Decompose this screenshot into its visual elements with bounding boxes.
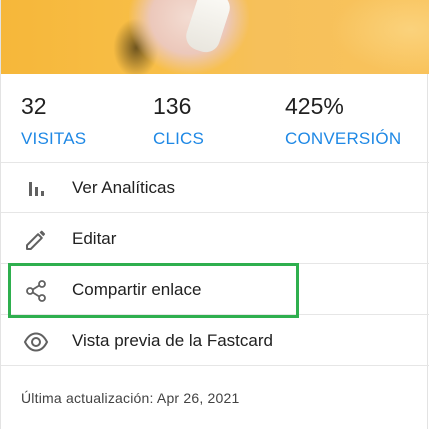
bar-chart-icon — [23, 176, 49, 202]
menu-item-edit-label: Editar — [72, 229, 117, 248]
last-updated-text: Última actualización: Apr 26, 2021 — [21, 390, 240, 406]
eye-icon — [23, 329, 49, 355]
menu-item-share-label: Compartir enlace — [72, 280, 202, 299]
stat-conversion: 425% CONVERSIÓN — [285, 92, 401, 150]
menu-item-preview-label: Vista previa de la Fastcard — [72, 331, 273, 350]
banner-image — [1, 0, 429, 74]
stat-clicks-label: CLICS — [153, 129, 205, 148]
menu-item-edit[interactable]: Editar — [1, 214, 429, 264]
stat-clicks-value: 136 — [153, 93, 192, 119]
menu-item-analytics-label: Ver Analíticas — [72, 178, 176, 197]
fastcard-panel: 32 VISITAS 136 CLICS 425% CONVERSIÓN Ver… — [0, 0, 429, 429]
stats-row: 32 VISITAS 136 CLICS 425% CONVERSIÓN — [1, 74, 429, 163]
stat-conversion-label: CONVERSIÓN — [285, 129, 402, 148]
stat-visits: 32 VISITAS — [21, 92, 86, 150]
stat-visits-label: VISITAS — [21, 129, 87, 148]
menu-item-preview[interactable]: Vista previa de la Fastcard — [1, 316, 429, 366]
stat-clicks: 136 CLICS — [153, 92, 204, 150]
stat-visits-value: 32 — [21, 93, 47, 119]
stat-conversion-value: 425% — [285, 93, 344, 119]
pencil-icon — [23, 227, 49, 253]
menu-item-share[interactable]: Compartir enlace — [1, 265, 429, 315]
share-icon — [23, 278, 49, 304]
menu-item-analytics[interactable]: Ver Analíticas — [1, 163, 429, 213]
